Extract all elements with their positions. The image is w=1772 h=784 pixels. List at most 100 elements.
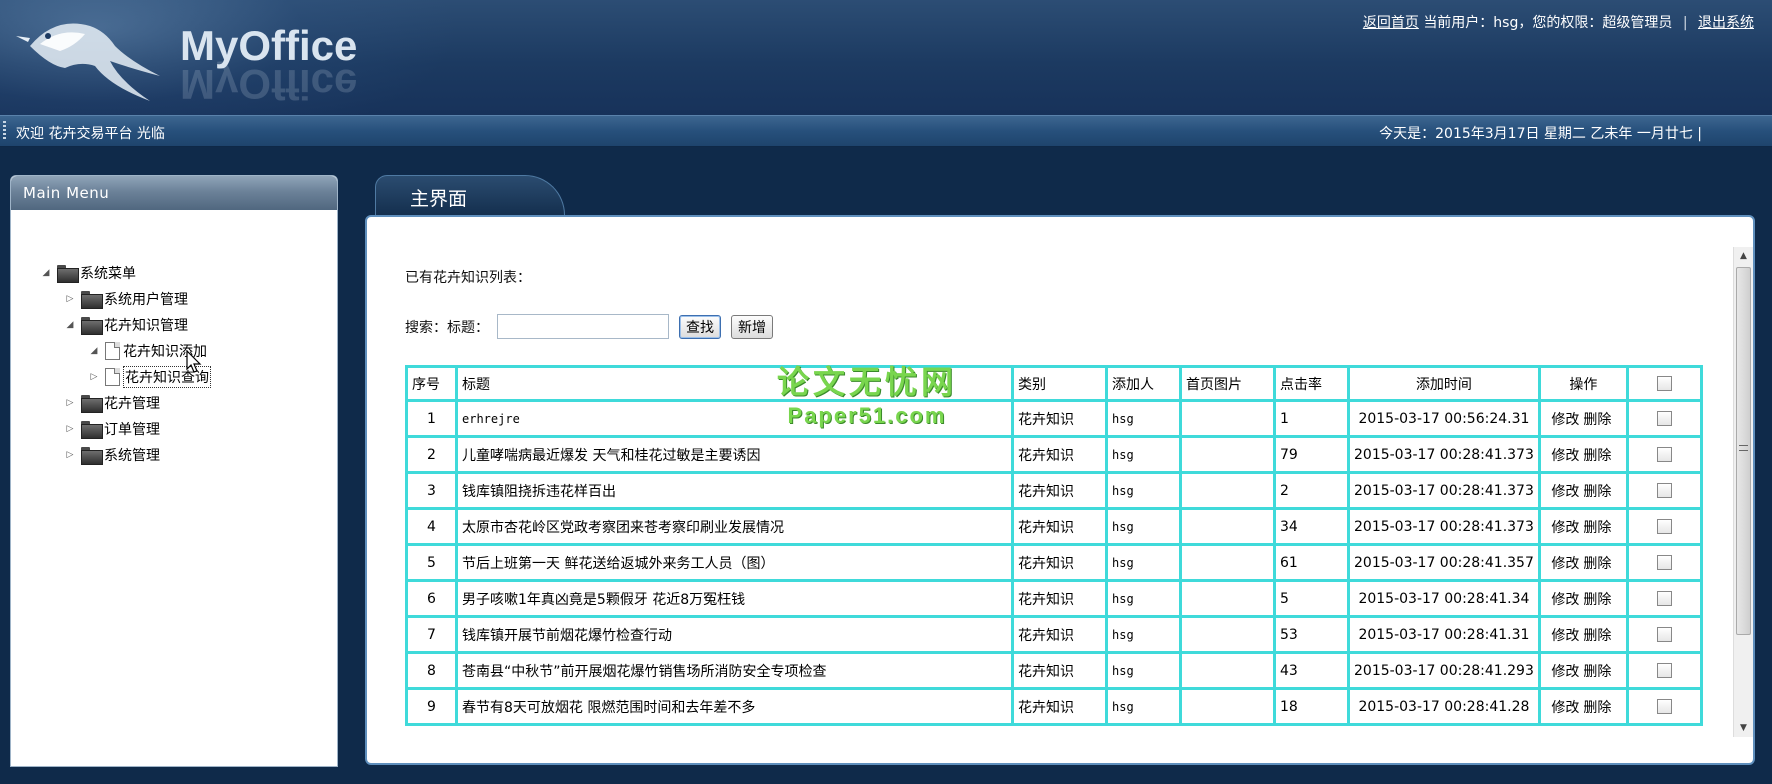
row-checkbox[interactable] <box>1656 627 1672 642</box>
cell-title: 男子咳嗽1年真凶竟是5颗假牙 花近8万冤枉钱 <box>455 579 1014 618</box>
cell-no: 5 <box>405 543 458 582</box>
cell-select <box>1625 471 1703 510</box>
cell-actions: 修改 删除 <box>1537 579 1629 618</box>
cell-image <box>1179 615 1276 654</box>
cell-adder: hsg <box>1105 579 1182 618</box>
delete-link[interactable]: 删除 <box>1583 592 1611 608</box>
cell-title: erhrejre <box>455 399 1014 438</box>
table-header-row: 序号 标题 类别 添加人 首页图片 点击率 添加时间 操作 <box>405 365 1703 402</box>
row-checkbox[interactable] <box>1656 663 1672 678</box>
row-checkbox[interactable] <box>1656 591 1672 606</box>
cell-clicks: 34 <box>1273 507 1350 546</box>
cell-actions: 修改 删除 <box>1537 435 1629 474</box>
cell-category: 花卉知识 <box>1011 579 1108 618</box>
expanded-triangle-icon[interactable]: ◢ <box>63 320 77 330</box>
delete-link[interactable]: 删除 <box>1583 412 1611 428</box>
cell-clicks: 79 <box>1273 435 1350 474</box>
tree-root[interactable]: ◢ 系统菜单 <box>39 262 136 284</box>
row-checkbox[interactable] <box>1656 411 1672 426</box>
scroll-up-arrow-icon[interactable]: ▲ <box>1734 247 1753 265</box>
cell-time: 2015-03-17 00:28:41.293 <box>1347 651 1541 690</box>
cell-no: 6 <box>405 579 458 618</box>
col-header-image: 首页图片 <box>1179 365 1276 402</box>
cell-adder: hsg <box>1105 651 1182 690</box>
menu-item-label[interactable]: 花卉知识管理 <box>104 315 188 335</box>
delete-link[interactable]: 删除 <box>1583 700 1611 716</box>
edit-link[interactable]: 修改 <box>1551 700 1579 716</box>
date-text: 今天是：2015年3月17日 星期二 乙未年 一月廿七 | <box>1379 126 1702 142</box>
cell-image <box>1179 435 1276 474</box>
scroll-down-arrow-icon[interactable]: ▼ <box>1734 719 1753 737</box>
row-checkbox[interactable] <box>1656 447 1672 462</box>
page-icon <box>105 342 120 360</box>
vertical-scrollbar[interactable]: ▲ ▼ <box>1733 247 1753 737</box>
cell-actions: 修改 删除 <box>1537 471 1629 510</box>
edit-link[interactable]: 修改 <box>1551 448 1579 464</box>
home-link[interactable]: 返回首页 <box>1363 15 1419 31</box>
delete-link[interactable]: 删除 <box>1583 448 1611 464</box>
collapsed-triangle-icon[interactable]: ▷ <box>63 450 77 460</box>
menu-item-label[interactable]: 花卉管理 <box>104 393 160 413</box>
cell-no: 2 <box>405 435 458 474</box>
title-search-input[interactable] <box>497 314 669 339</box>
folder-icon <box>81 317 103 335</box>
top-links: 返回首页 当前用户：hsg，您的权限：超级管理员 | 退出系统 <box>1363 12 1754 32</box>
list-title: 已有花卉知识列表： <box>405 270 531 286</box>
add-button[interactable]: 新增 <box>731 314 773 339</box>
bird-logo-icon <box>16 23 160 101</box>
folder-icon <box>81 291 103 309</box>
collapsed-triangle-icon[interactable]: ▷ <box>87 372 101 382</box>
cell-select <box>1625 399 1703 438</box>
cell-clicks: 5 <box>1273 579 1350 618</box>
delete-link[interactable]: 删除 <box>1583 484 1611 500</box>
select-all-checkbox[interactable] <box>1656 376 1672 391</box>
edit-link[interactable]: 修改 <box>1551 592 1579 608</box>
delete-link[interactable]: 删除 <box>1583 628 1611 644</box>
table-row: 7 钱库镇开展节前烟花爆竹检查行动 花卉知识 hsg 53 2015-03-17 00:2… <box>405 615 1703 654</box>
cell-no: 4 <box>405 507 458 546</box>
cell-no: 3 <box>405 471 458 510</box>
row-checkbox[interactable] <box>1656 699 1672 714</box>
menu-item-label[interactable]: 系统管理 <box>104 445 160 465</box>
scroll-thumb[interactable] <box>1736 267 1751 635</box>
menu-item-system-mgmt[interactable]: ▷ 系统管理 <box>63 444 160 466</box>
cell-adder: hsg <box>1105 507 1182 546</box>
menu-item-label[interactable]: 系统用户管理 <box>104 289 188 309</box>
row-checkbox[interactable] <box>1656 555 1672 570</box>
menu-item-order-mgmt[interactable]: ▷ 订单管理 <box>63 418 160 440</box>
menu-item-label[interactable]: 订单管理 <box>104 419 160 439</box>
collapsed-triangle-icon[interactable]: ▷ <box>63 424 77 434</box>
cell-clicks: 18 <box>1273 687 1350 726</box>
logout-link[interactable]: 退出系统 <box>1698 15 1754 31</box>
search-button[interactable]: 查找 <box>679 314 721 339</box>
table-row: 4 太原市杏花岭区党政考察团来苍考察印刷业发展情况 花卉知识 hsg 34 2015-03… <box>405 507 1703 546</box>
menu-item-flower-mgmt[interactable]: ▷ 花卉管理 <box>63 392 160 414</box>
row-checkbox[interactable] <box>1656 483 1672 498</box>
table-row: 5 节后上班第一天 鲜花送给返城外来务工人员（图） 花卉知识 hsg 61 2015-03… <box>405 543 1703 582</box>
edit-link[interactable]: 修改 <box>1551 484 1579 500</box>
cell-adder: hsg <box>1105 687 1182 726</box>
cell-category: 花卉知识 <box>1011 399 1108 438</box>
delete-link[interactable]: 删除 <box>1583 556 1611 572</box>
cell-image <box>1179 471 1276 510</box>
edit-link[interactable]: 修改 <box>1551 520 1579 536</box>
edit-link[interactable]: 修改 <box>1551 664 1579 680</box>
cell-clicks: 1 <box>1273 399 1350 438</box>
delete-link[interactable]: 删除 <box>1583 520 1611 536</box>
tree-root-label[interactable]: 系统菜单 <box>80 263 136 283</box>
cell-actions: 修改 删除 <box>1537 615 1629 654</box>
collapsed-triangle-icon[interactable]: ▷ <box>63 398 77 408</box>
delete-link[interactable]: 删除 <box>1583 664 1611 680</box>
menu-item-knowledge-mgmt[interactable]: ◢ 花卉知识管理 <box>63 314 188 336</box>
menu-item-user-mgmt[interactable]: ▷ 系统用户管理 <box>63 288 188 310</box>
expanded-triangle-icon[interactable]: ◢ <box>39 268 53 278</box>
edit-link[interactable]: 修改 <box>1551 628 1579 644</box>
tab-main[interactable]: 主界面 <box>375 175 565 215</box>
collapsed-triangle-icon[interactable]: ▷ <box>63 294 77 304</box>
edit-link[interactable]: 修改 <box>1551 412 1579 428</box>
edit-link[interactable]: 修改 <box>1551 556 1579 572</box>
table-row: 2 儿童哮喘病最近爆发 天气和桂花过敏是主要诱因 花卉知识 hsg 79 2015-03-… <box>405 435 1703 474</box>
expanded-triangle-icon[interactable]: ◢ <box>87 346 101 356</box>
cell-title: 春节有8天可放烟花 限燃范围时间和去年差不多 <box>455 687 1014 726</box>
row-checkbox[interactable] <box>1656 519 1672 534</box>
